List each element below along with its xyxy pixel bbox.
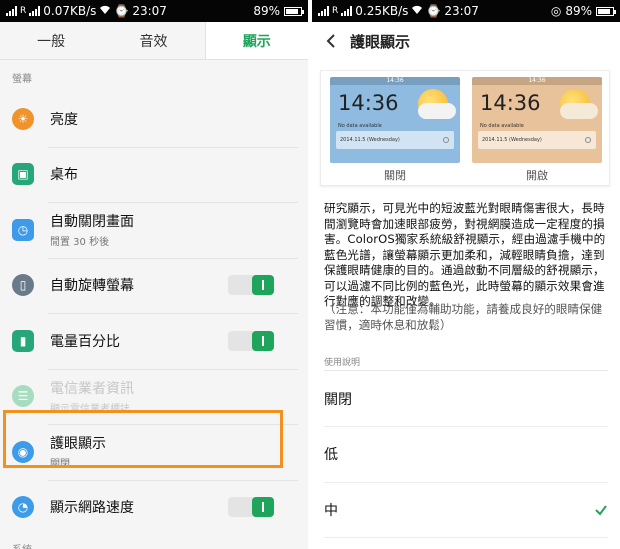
preview-on-label: 開啟 — [526, 169, 548, 182]
carrier-r-icon: R — [332, 6, 339, 16]
cloud-icon — [418, 103, 456, 119]
settings-item-network-speed[interactable]: ◔ 顯示網路速度 — [0, 479, 308, 536]
item-subtitle: 關閉 — [50, 459, 70, 471]
wallpaper-icon: ▣ — [12, 163, 34, 186]
battery-icon — [284, 6, 304, 16]
option-medium[interactable]: 中 — [324, 483, 608, 537]
rotate-icon: ▯ — [12, 274, 34, 297]
cloud-icon — [560, 103, 598, 119]
carrier-r-icon: R — [20, 6, 27, 16]
eye-status-icon: ◎ — [550, 4, 562, 18]
item-title: 顯示網路速度 — [50, 500, 134, 517]
note-text: （注意：本功能僅為輔助功能，請養成良好的眼睛保健習慣，適時休息和放鬆） — [324, 302, 603, 332]
clock-icon: ⌚ — [114, 4, 130, 18]
network-speed-toggle[interactable] — [228, 497, 274, 518]
settings-item-eye-protection[interactable]: ◉ 護眼顯示 關閉 — [0, 424, 308, 480]
tab-general[interactable]: 一般 — [0, 22, 102, 59]
settings-item-carrier-info: ☰ 電信業者資訊 顯示電信業者標誌 — [0, 368, 308, 425]
description-text: 研究顯示，可見光中的短波藍光對眼睛傷害很大，長時間瀏覽時會加速眼部疲勞，對視網膜… — [324, 201, 606, 308]
preview-date: 2014.11.5 (Wednesday) — [482, 137, 542, 143]
item-title: 自動關閉畫面 — [50, 214, 134, 231]
wifi-icon — [411, 4, 423, 18]
settings-item-brightness[interactable]: ☀ 亮度 — [0, 91, 308, 147]
settings-item-battery-percent[interactable]: ▮ 電量百分比 — [0, 313, 308, 369]
screen-timeout-icon: ◷ — [12, 218, 34, 241]
item-title: 亮度 — [50, 111, 78, 128]
eye-icon: ◉ — [12, 440, 34, 463]
status-time: 23:07 — [132, 4, 167, 18]
item-title: 電量百分比 — [50, 333, 120, 350]
settings-tabs: 一般 音效 顯示 — [0, 22, 308, 60]
brightness-icon: ☀ — [12, 107, 34, 130]
preview-clock: 14:36 — [338, 91, 399, 115]
check-icon — [595, 505, 607, 516]
option-label: 低 — [324, 447, 338, 463]
item-title: 桌布 — [50, 167, 78, 184]
battery-icon — [596, 6, 616, 16]
page-title: 護眼顯示 — [350, 32, 411, 51]
clock-icon: ⌚ — [426, 4, 442, 18]
item-title: 電信業者資訊 — [50, 380, 134, 397]
preview-on-image: 14:36 14:36 No data available 2014.11.5 … — [472, 77, 602, 163]
signal-icon — [318, 6, 329, 16]
status-bar: R 0.25KB/s ⌚ 23:07 ◎ 89% — [312, 0, 620, 22]
option-label: 關閉 — [324, 392, 352, 408]
item-title: 護眼顯示 — [50, 436, 106, 453]
preview-nodata: No data available — [338, 123, 382, 129]
preview-clock: 14:36 — [480, 91, 541, 115]
battery-percent: 89% — [253, 4, 280, 18]
usage-section-title: 使用說明 — [324, 358, 361, 368]
status-time: 23:07 — [444, 4, 479, 18]
signal-icon-2 — [341, 6, 353, 16]
item-title: 自動旋轉螢幕 — [50, 278, 134, 295]
signal-icon — [6, 6, 17, 16]
network-speed: 0.07KB/s — [43, 4, 97, 18]
display-settings-screen: R 0.07KB/s ⌚ 23:07 89% 一般 音效 顯示 螢幕 ☀ 亮度 … — [0, 0, 308, 549]
item-subtitle: 顯示電信業者標誌 — [50, 403, 130, 415]
carrier-info-icon: ☰ — [12, 385, 34, 408]
status-bar: R 0.07KB/s ⌚ 23:07 89% — [0, 0, 308, 22]
item-subtitle: 閒置 30 秒後 — [50, 237, 110, 249]
battery-percent-toggle[interactable] — [228, 330, 274, 351]
settings-item-auto-rotate[interactable]: ▯ 自動旋轉螢幕 — [0, 257, 308, 314]
battery-percent: 89% — [565, 4, 592, 18]
network-speed: 0.25KB/s — [355, 4, 409, 18]
section-title-system: 系統 — [0, 535, 308, 549]
option-label: 中 — [324, 503, 338, 519]
option-off[interactable]: 關閉 — [324, 372, 608, 426]
wifi-icon — [99, 4, 111, 18]
preview-status-time: 14:36 — [330, 77, 460, 85]
preview-date: 2014.11.5 (Wednesday) — [340, 137, 400, 143]
tab-sound[interactable]: 音效 — [102, 22, 204, 59]
option-low[interactable]: 低 — [324, 427, 608, 481]
section-title-screen: 螢幕 — [12, 74, 32, 85]
speed-icon: ◔ — [12, 496, 34, 519]
battery-percent-icon: ▮ — [12, 329, 34, 352]
auto-rotate-toggle[interactable] — [228, 275, 274, 296]
chevron-left-icon — [326, 34, 335, 48]
eye-protection-screen: R 0.25KB/s ⌚ 23:07 ◎ 89% 護眼顯示 14:36 14:3… — [312, 0, 620, 549]
page-header: 護眼顯示 — [312, 22, 620, 60]
settings-item-wallpaper[interactable]: ▣ 桌布 — [0, 146, 308, 203]
settings-item-screen-timeout[interactable]: ◷ 自動關閉畫面 閒置 30 秒後 — [0, 202, 308, 258]
preview-card: 14:36 14:36 No data available 2014.11.5 … — [320, 70, 610, 186]
preview-off-label: 關閉 — [384, 169, 406, 182]
back-button[interactable] — [320, 30, 342, 52]
tab-display[interactable]: 顯示 — [204, 22, 308, 59]
preview-status-time: 14:36 — [472, 77, 602, 85]
preview-off-image: 14:36 14:36 No data available 2014.11.5 … — [330, 77, 460, 163]
preview-nodata: No data available — [480, 123, 524, 129]
signal-icon-2 — [29, 6, 41, 16]
